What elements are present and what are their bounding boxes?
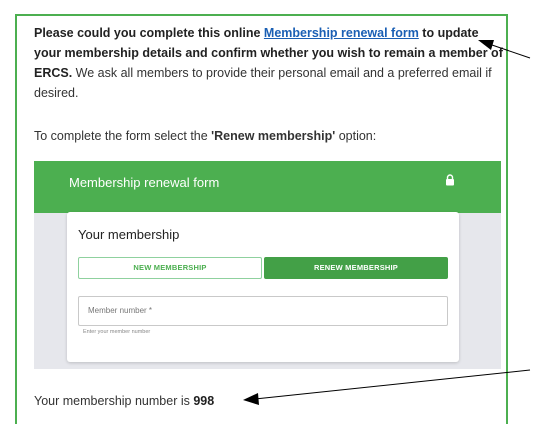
renew-membership-button[interactable]: RENEW MEMBERSHIP [264, 257, 448, 279]
instruction-suffix: option: [335, 129, 377, 143]
instruction-option: 'Renew membership' [211, 129, 336, 143]
membership-card: Your membership NEW MEMBERSHIP RENEW MEM… [67, 212, 459, 362]
renewal-form-screenshot: Membership renewal form Your membership … [34, 161, 501, 369]
result-prefix: Your membership number is [34, 394, 194, 408]
form-header: Membership renewal form [34, 161, 501, 213]
member-number-input[interactable]: Member number * [78, 296, 448, 326]
membership-number-value: 998 [193, 394, 215, 408]
card-title: Your membership [78, 227, 180, 242]
instruction-panel: Please could you complete this online Me… [15, 14, 508, 424]
instruction-prefix: To complete the form select the [34, 129, 212, 143]
new-membership-button[interactable]: NEW MEMBERSHIP [78, 257, 262, 279]
instruction-text: To complete the form select the 'Renew m… [34, 126, 504, 146]
membership-number-text: Your membership number is 998 [34, 391, 214, 411]
intro-paragraph: Please could you complete this online Me… [34, 23, 504, 103]
membership-renewal-form-link[interactable]: Membership renewal form [264, 26, 419, 40]
intro-rest: We ask all members to provide their pers… [34, 66, 492, 100]
form-header-title: Membership renewal form [69, 175, 220, 190]
member-number-helper: Enter your member number [83, 329, 151, 335]
lock-icon [446, 174, 454, 186]
intro-lead: Please could you complete this online [34, 26, 264, 40]
